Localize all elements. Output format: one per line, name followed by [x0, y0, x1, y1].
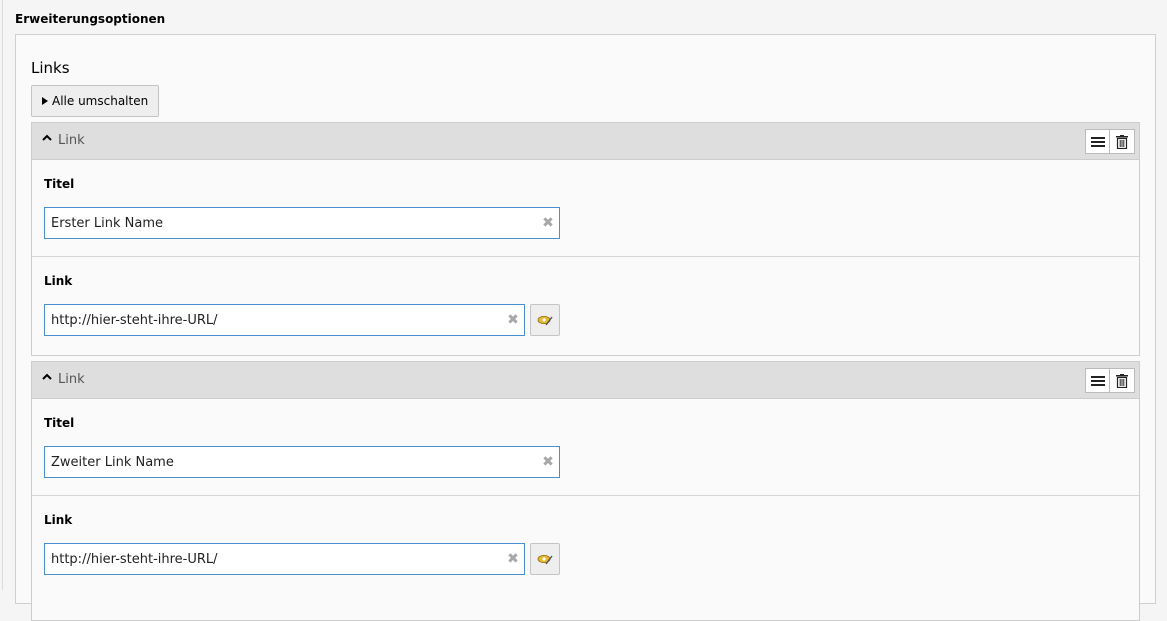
link-panel: Link [31, 361, 1140, 621]
hamburger-icon [1090, 136, 1105, 147]
delete-button[interactable] [1110, 129, 1135, 154]
sort-button[interactable] [1085, 129, 1110, 154]
title-input[interactable] [45, 447, 537, 477]
clear-x-icon[interactable]: ✖ [502, 551, 524, 567]
chevron-up-icon [42, 373, 52, 380]
clear-x-icon[interactable]: ✖ [502, 312, 524, 328]
link-wizard-button[interactable] [530, 304, 560, 336]
panel-controls [1085, 129, 1135, 154]
link-panel-header[interactable]: Link [32, 362, 1139, 399]
link-panel: Link [31, 122, 1140, 356]
link-panel-title: Link [58, 372, 85, 387]
links-label: Links [31, 59, 70, 77]
link-wizard-icon [537, 316, 553, 326]
title-input-wrap: ✖ [44, 446, 560, 478]
link-field-row: Link ✖ [32, 496, 1139, 594]
link-panel-title: Link [58, 133, 85, 148]
title-field-row: Titel ✖ [32, 399, 1139, 496]
link-panel-header[interactable]: Link [32, 123, 1139, 160]
link-wizard-icon [537, 555, 553, 565]
sort-button[interactable] [1085, 368, 1110, 393]
title-field-label: Titel [44, 416, 75, 430]
triangle-right-icon [42, 97, 48, 105]
link-field-label: Link [44, 274, 73, 288]
link-input-wrap: ✖ [44, 304, 525, 336]
toggle-all-button[interactable]: Alle umschalten [31, 85, 159, 117]
link-input[interactable] [45, 305, 502, 335]
links-fieldset: Links Alle umschalten Link Titel Erster … [15, 34, 1156, 621]
link-input-wrap: ✖ [44, 543, 525, 575]
trash-icon [1116, 134, 1128, 149]
delete-button[interactable] [1110, 368, 1135, 393]
hamburger-icon [1090, 375, 1105, 386]
toggle-all-label: Alle umschalten [52, 94, 149, 108]
link-input[interactable] [45, 544, 502, 574]
clear-x-icon[interactable]: ✖ [537, 215, 559, 231]
link-field-label: Link [44, 513, 73, 527]
chevron-up-icon [42, 134, 52, 141]
title-input[interactable] [45, 208, 537, 238]
title-field-row: Titel ✖ [32, 160, 1139, 257]
link-field-row: Link ✖ [32, 257, 1139, 355]
panel-controls [1085, 368, 1135, 393]
link-wizard-button[interactable] [530, 543, 560, 575]
left-border [2, 0, 3, 590]
title-input-wrap: ✖ [44, 207, 560, 239]
title-field-label: Titel [44, 177, 75, 191]
clear-x-icon[interactable]: ✖ [537, 454, 559, 470]
section-title: Erweiterungsoptionen [15, 12, 166, 26]
trash-icon [1116, 373, 1128, 388]
